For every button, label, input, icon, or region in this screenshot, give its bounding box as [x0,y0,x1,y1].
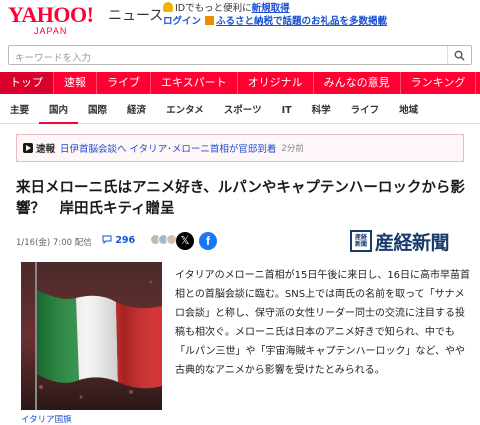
category-main[interactable]: 主要 [0,98,39,124]
commenter-avatars [150,234,177,245]
nav-live[interactable]: ライブ [97,72,151,94]
category-entertainment[interactable]: エンタメ [156,98,214,124]
publisher-logo[interactable]: 産経 新聞 産経新聞 [350,228,450,254]
category-economy[interactable]: 経済 [117,98,156,124]
nav-expert[interactable]: エキスパート [151,72,238,94]
logo-sub-text: JAPAN [34,26,68,36]
breaking-time: 2分前 [281,144,304,154]
furusato-link[interactable]: ふるさと納税で話題のお礼品を多数掲載 [216,16,387,27]
category-local[interactable]: 地域 [389,98,428,124]
nav-opinions[interactable]: みんなの意見 [314,72,401,94]
promo-line-1-text: IDでもっと便利に [175,3,252,14]
article-title: 来日メローニ氏はアニメ好き、ルパンやキャプテンハーロックから影響？ 岸田氏キティ… [16,180,465,217]
search-icon [454,50,465,61]
breaking-label: 速報 [36,144,56,155]
search-box [8,45,472,68]
category-life[interactable]: ライフ [341,98,390,124]
category-science[interactable]: 科学 [302,98,341,124]
article-photo[interactable] [21,262,162,410]
service-name[interactable]: ニュース [108,7,163,25]
italian-flag-image [21,262,162,410]
facebook-share-button[interactable]: f [199,232,217,250]
logo-main-text: YAHOO! [8,2,94,27]
breaking-news-banner[interactable]: 速報 日伊首脳会談へ イタリア･メローニ首相が官邸到着 2分前 [16,134,464,162]
category-nav: 主要 国内 国際 経済 エンタメ スポーツ IT 科学 ライフ 地域 [0,98,480,124]
category-it[interactable]: IT [272,98,302,124]
search-input[interactable] [9,49,439,68]
nav-original[interactable]: オリジナル [238,72,314,94]
promo-line-2: ログイン ふるさと納税で話題のお礼品を多数掲載 [163,15,387,28]
x-share-button[interactable]: 𝕏 [176,232,194,250]
category-sports[interactable]: スポーツ [214,98,272,124]
publisher-name: 産経新聞 [375,231,450,254]
comment-icon [102,235,112,245]
category-international[interactable]: 国際 [78,98,117,124]
play-icon [23,143,33,153]
signup-link[interactable]: 新規取得 [252,3,290,14]
publisher-seal-icon: 産経 新聞 [350,230,372,252]
category-domestic[interactable]: 国内 [39,98,79,124]
comment-count: 296 [115,235,136,246]
photo-caption[interactable]: イタリア国旗 [21,413,72,425]
bell-icon [163,2,173,12]
article-body: イタリアのメローニ首相が15日午後に来日し、16日に高市早苗首相との首脳会談に臨… [175,270,471,376]
promo-line-1: IDでもっと便利に新規取得 [163,2,290,15]
nav-ranking[interactable]: ランキング [401,72,477,94]
yahoo-japan-logo[interactable]: YAHOO! JAPAN [8,3,106,37]
breaking-headline[interactable]: 日伊首脳会談へ イタリア･メローニ首相が官邸到着 [60,141,276,155]
header: YAHOO! JAPAN ニュース IDでもっと便利に新規取得 ログイン ふるさと… [0,0,480,40]
x-icon: 𝕏 [180,234,190,247]
primary-nav: トップ 速報 ライブ エキスパート オリジナル みんなの意見 ランキング [0,72,480,94]
login-link[interactable]: ログイン [163,16,201,27]
nav-breaking[interactable]: 速報 [54,72,97,94]
furusato-icon [205,16,215,25]
facebook-icon: f [206,234,210,248]
comment-link[interactable]: 296 [102,235,135,246]
search-button[interactable] [447,46,471,64]
nav-top[interactable]: トップ [0,72,54,94]
article-date: 1/16(金) 7:00 配信 [16,238,92,248]
